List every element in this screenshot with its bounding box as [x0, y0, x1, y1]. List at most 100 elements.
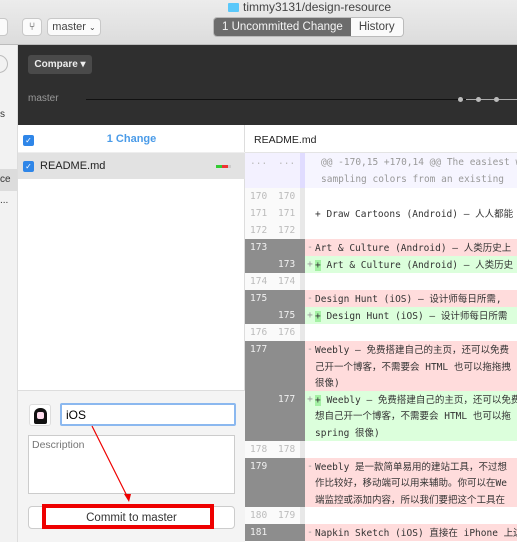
diff-line-text: + Design Hunt (iOS) — 设计师每日所需 — [315, 311, 508, 322]
file-checkbox[interactable]: ✓ — [23, 161, 34, 172]
old-line-number: 180 — [245, 507, 273, 525]
diff-line-content: + Weebly — 免费搭建自己的主页，还可以免费 想自己开一个博客，不需要会 … — [315, 391, 517, 441]
sidebar-item[interactable]: ... — [0, 195, 8, 206]
diff-line-content — [315, 188, 517, 205]
old-line-number: 176 — [245, 324, 273, 341]
change-marker: - — [307, 527, 313, 539]
changes-header: ✓ 1 Change — [18, 125, 245, 153]
new-line-number: ... — [273, 153, 300, 188]
diff-row-ctx: 176 176 — [245, 324, 517, 341]
diff-row-ctx: 170 170 — [245, 188, 517, 205]
new-line-number — [273, 290, 300, 307]
diff-row-add: 173 + + Art & Culture (Android) — 人类历史 — [245, 256, 517, 273]
change-marker: + — [307, 259, 313, 270]
changes-panel: ✓ 1 Change ✓ README.md Commit to master — [18, 125, 245, 542]
change-marker — [305, 273, 315, 290]
old-line-number: 179 — [245, 457, 273, 508]
old-line-number: 172 — [245, 222, 273, 239]
old-line-number: 178 — [245, 440, 273, 458]
diff-row-ctx: 171 171 + Draw Cartoons (Android) — 人人都能 — [245, 205, 517, 222]
new-line-number: 170 — [273, 188, 300, 205]
new-line-number — [273, 239, 300, 256]
avatar — [29, 404, 51, 426]
file-list-item[interactable]: ✓ README.md — [18, 153, 245, 179]
new-line-number — [273, 457, 300, 508]
diff-row-del: 181 - Napkin Sketch (iOS) 直接在 iPhone 上边 — [245, 524, 517, 542]
branch-name: master — [52, 21, 86, 33]
diff-line-content: + Design Hunt (iOS) — 设计师每日所需 — [315, 307, 517, 324]
diff-row-hunk: ...... @@ -170,15 +170,14 @@ The easiest … — [245, 153, 517, 188]
window-title: timmy3131/design-resource — [228, 0, 391, 14]
chevron-down-icon: ⌄ — [88, 22, 96, 32]
new-line-number: 178 — [273, 440, 300, 458]
diff-line-content — [315, 441, 517, 458]
old-line-number: 175 — [245, 290, 273, 307]
new-line-number: 177 — [273, 390, 300, 441]
change-marker — [305, 222, 315, 239]
old-line-number — [245, 256, 273, 273]
diff-line-content — [315, 507, 517, 524]
diff-line-content: @@ -170,15 +170,14 @@ The easiest wa samp… — [315, 153, 517, 188]
diff-line-content: Art & Culture (Android) — 人类历史上 — [315, 239, 517, 256]
old-line-number: 174 — [245, 273, 273, 290]
change-marker — [305, 205, 315, 222]
branch-icon[interactable]: ⑂ — [22, 18, 42, 36]
branch-select[interactable]: master ⌄ — [47, 18, 101, 36]
change-marker: - — [307, 242, 313, 253]
diff-row-del: 175 - Design Hunt (iOS) — 设计师每日所需, — [245, 290, 517, 307]
old-line-number: 173 — [245, 239, 273, 256]
old-line-number — [245, 307, 273, 324]
repository-sidebar: s ce ... — [0, 45, 18, 542]
diff-row-ctx: 172 172 — [245, 222, 517, 239]
new-line-number — [273, 524, 300, 542]
new-line-number: 173 — [273, 256, 300, 273]
commit-line — [466, 99, 517, 100]
old-line-number: 177 — [245, 341, 273, 391]
old-line-number: 181 — [245, 524, 273, 542]
diff-line-content: Design Hunt (iOS) — 设计师每日所需, — [315, 290, 517, 307]
commit-dot[interactable] — [458, 97, 463, 102]
change-marker: - — [307, 460, 313, 472]
diff-row-add: 177 + + Weebly — 免费搭建自己的主页，还可以免费 想自己开一个博客，不… — [245, 390, 517, 441]
sidebar-item[interactable]: s — [0, 109, 5, 120]
compare-button[interactable]: Compare ▾ — [28, 55, 92, 74]
sidebar-item-selected[interactable]: ce — [0, 169, 17, 191]
add-repo-icon[interactable] — [0, 55, 8, 73]
intraline-highlight: + — [315, 311, 321, 322]
diff-line-content: + Art & Culture (Android) — 人类历史 — [315, 256, 517, 273]
diff-line-text: sampling colors from an existing — [321, 173, 505, 185]
diff-row-add: 175 + + Design Hunt (iOS) — 设计师每日所需 — [245, 307, 517, 324]
commit-summary-input[interactable] — [60, 403, 236, 426]
diff-line-text: @@ -170,15 +170,14 @@ The easiest wa — [321, 157, 517, 168]
change-marker: - — [307, 293, 313, 304]
diff-row-ctx: 178 178 — [245, 440, 517, 458]
diff-line-text: Art & Culture (Android) — 人类历史上 — [315, 243, 512, 254]
folder-icon — [228, 2, 239, 12]
diff-line-content — [315, 222, 517, 239]
diff-line-text: 作比较好，移动端可以用来辅助。你可以在We — [315, 478, 507, 490]
sidebar-toggle-button[interactable] — [0, 18, 8, 36]
old-line-number: 171 — [245, 205, 273, 222]
diff-line-text: Weebly — 免费搭建自己的主页，还可以免费 — [315, 345, 509, 356]
diff-line-text: 己开一个博客，不需要会 HTML 也可以拖拖拽 — [315, 361, 511, 373]
diff-file-header: README.md — [245, 125, 517, 153]
diff-row-del: 177 - Weebly — 免费搭建自己的主页，还可以免费 己开一个博客，不需要会 … — [245, 341, 517, 391]
intraline-highlight: + — [315, 394, 321, 406]
tab-uncommitted-changes[interactable]: 1 Uncommitted Change — [214, 18, 351, 36]
new-line-number: 175 — [273, 307, 300, 324]
change-marker: + — [307, 310, 313, 321]
old-line-number: ... — [245, 153, 273, 188]
diff-line-text: Weebly 是一款简单易用的建站工具，不过想 — [315, 461, 508, 473]
diff-line-content: + Draw Cartoons (Android) — 人人都能 — [315, 205, 517, 222]
tab-history[interactable]: History — [350, 18, 403, 36]
change-marker — [305, 507, 315, 524]
commit-description-input[interactable] — [28, 435, 235, 494]
new-line-number — [273, 341, 300, 391]
new-line-number: 171 — [273, 205, 300, 222]
diff-line-text: spring 很像) — [315, 427, 380, 439]
commit-dot[interactable] — [494, 97, 499, 102]
diff-line-content: Napkin Sketch (iOS) 直接在 iPhone 上边 — [315, 524, 517, 541]
title-bar: timmy3131/design-resource ⑂ master ⌄ 1 U… — [0, 0, 517, 45]
commit-dot[interactable] — [476, 97, 481, 102]
diff-line-text: + Weebly — 免费搭建自己的主页，还可以免费 — [315, 394, 517, 406]
